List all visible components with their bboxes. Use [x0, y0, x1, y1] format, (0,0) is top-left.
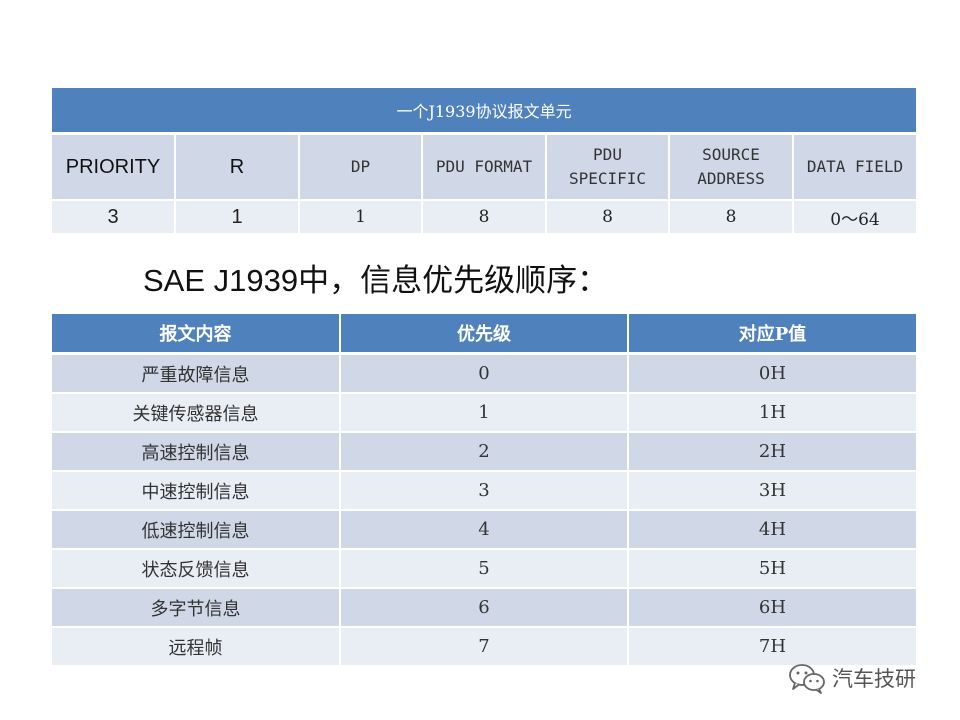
header-pdu-format: PDU FORMAT — [421, 133, 546, 200]
watermark: 汽车技研 — [788, 660, 916, 696]
cell-p-value: 2H — [627, 431, 916, 471]
header-reserved: R — [174, 133, 299, 200]
cell-message-content: 严重故障信息 — [52, 352, 340, 393]
cell-priority-level: 6 — [339, 587, 628, 627]
table-row: 高速控制信息 2 2H — [52, 431, 916, 471]
cell-message-content: 高速控制信息 — [52, 431, 340, 471]
cell-p-value: 0H — [627, 352, 916, 393]
cell-message-content: 状态反馈信息 — [52, 548, 340, 588]
cell-message-content: 关键传感器信息 — [52, 392, 340, 432]
header-source-address: SOURCE ADDRESS — [668, 133, 793, 200]
table-row: 严重故障信息 0 0H — [52, 352, 916, 393]
cell-message-content: 多字节信息 — [52, 587, 340, 627]
cell-p-value: 3H — [627, 470, 916, 510]
cell-p-value: 1H — [627, 392, 916, 432]
table-row: 关键传感器信息 1 1H — [52, 392, 916, 432]
cell-message-content: 远程帧 — [52, 626, 340, 665]
cell-priority-level: 0 — [339, 352, 628, 393]
section-heading: SAE J1939中，信息优先级顺序： — [143, 263, 609, 298]
table-row: 低速控制信息 4 4H — [52, 509, 916, 549]
cell-priority-level: 4 — [339, 509, 628, 549]
cell-priority-level: 7 — [339, 626, 628, 665]
table-row: 中速控制信息 3 3H — [52, 470, 916, 510]
cell-priority-level: 1 — [339, 392, 628, 432]
watermark-text: 汽车技研 — [832, 667, 916, 691]
cell-p-value: 5H — [627, 548, 916, 588]
cell-p-value: 6H — [627, 587, 916, 627]
header-priority: PRIORITY — [52, 133, 175, 200]
priority-table-body: 严重故障信息 0 0H 关键传感器信息 1 1H 高速控制信息 2 2H 中速控制信息 3 3H 低速控… — [52, 352, 916, 665]
header-message-content: 报文内容 — [52, 314, 340, 355]
header-data-field: DATA FIELD — [791, 133, 917, 200]
header-pdu-specific: PDU SPECIFIC — [545, 133, 669, 200]
frame-table-title: 一个J1939协议报文单元 — [52, 88, 917, 135]
table-row: 远程帧 7 7H — [52, 626, 916, 665]
header-pdu-specific-line1: PDU — [593, 145, 622, 164]
header-source-address-line1: SOURCE — [702, 145, 760, 164]
cell-p-value: 4H — [627, 509, 916, 549]
priority-table: 报文内容 优先级 对应P值 严重故障信息 0 0H 关键传感器信息 1 1H 高速控制信息 2… — [52, 314, 916, 665]
header-priority-level: 优先级 — [339, 314, 628, 355]
value-data-field: 0～64 — [791, 199, 917, 233]
cell-message-content: 低速控制信息 — [52, 509, 340, 549]
header-pdu-specific-line2: SPECIFIC — [568, 169, 647, 188]
table-row: 多字节信息 6 6H — [52, 587, 916, 627]
value-source-address: 8 — [668, 199, 793, 233]
table-row: 状态反馈信息 5 5H — [52, 548, 916, 588]
value-dp: 1 — [298, 199, 422, 233]
value-pdu-specific: 8 — [545, 199, 669, 233]
value-reserved: 1 — [174, 199, 299, 233]
wechat-icon — [789, 664, 825, 694]
header-p-value: 对应P值 — [627, 314, 916, 355]
cell-priority-level: 3 — [339, 470, 628, 510]
header-dp: DP — [298, 133, 422, 200]
header-source-address-line2: ADDRESS — [697, 169, 765, 188]
value-priority: 3 — [52, 199, 175, 233]
cell-priority-level: 2 — [339, 431, 628, 471]
value-pdu-format: 8 — [421, 199, 546, 233]
j1939-frame-table: 一个J1939协议报文单元 PRIORITY R DP PDU FORMAT P… — [52, 88, 917, 233]
cell-priority-level: 5 — [339, 548, 628, 588]
cell-message-content: 中速控制信息 — [52, 470, 340, 510]
